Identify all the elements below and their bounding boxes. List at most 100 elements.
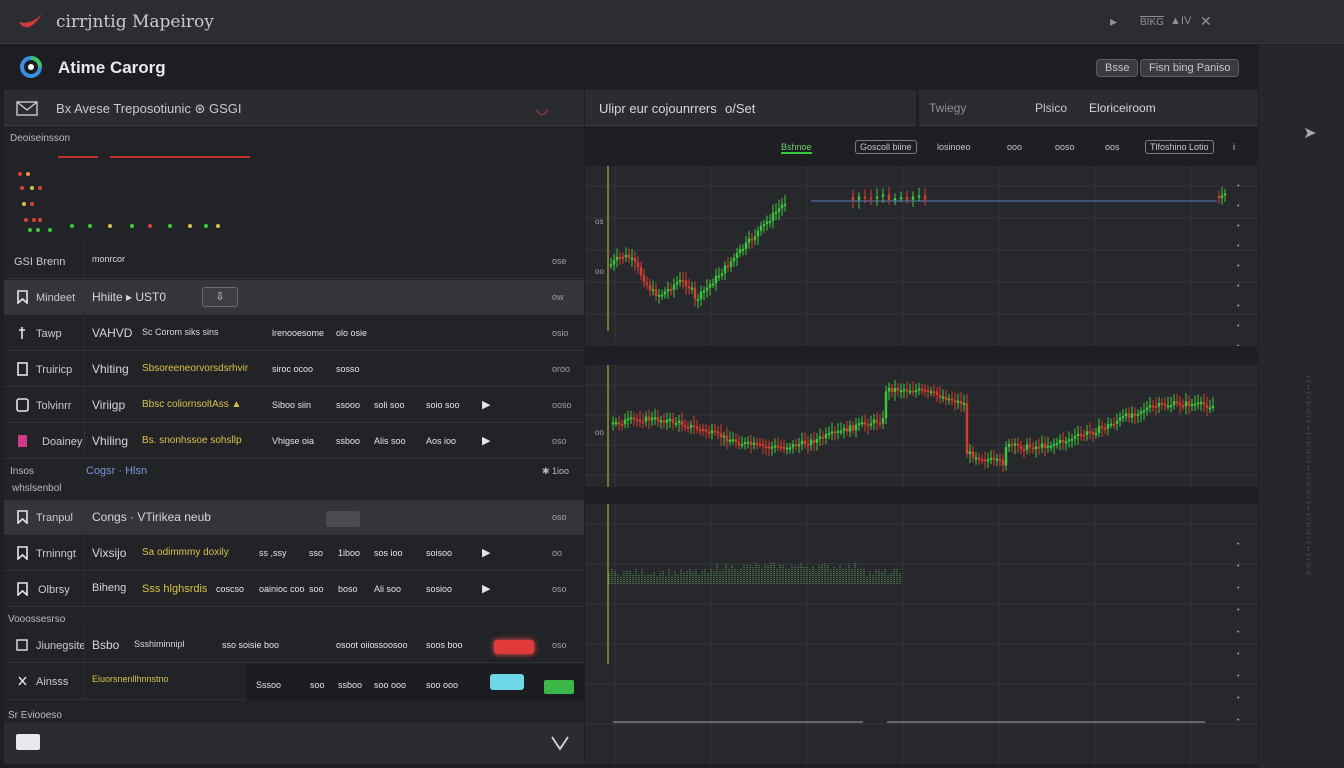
tab-ratio[interactable]: Tlfoshino Lotio [1145,140,1214,154]
filter-pill-button[interactable]: Fisn bing Paniso [1140,59,1240,77]
candle [851,197,855,200]
sell-button[interactable] [494,640,534,654]
toggle-button[interactable] [326,511,360,527]
table-row[interactable]: Jiunegsite Bsbo Ssshiminnipl sso soisie … [4,628,584,663]
candle [756,230,760,237]
candle [794,444,798,447]
candle [797,444,801,447]
candle [827,433,831,436]
candle [953,400,957,403]
candle [609,264,613,267]
candle [1163,403,1167,406]
candle [744,242,748,249]
table-row[interactable]: Trninngt Vixsijo Sa odimmmy doxily ss ,s… [4,536,584,571]
tab-goscoll[interactable]: Goscoll biine [855,140,917,154]
candle [711,283,715,286]
send-icon[interactable]: ➤ [1303,123,1316,143]
table-row[interactable]: Tawp VAHVD Sc Corom siks sins lrenooesom… [4,316,584,351]
table-row[interactable]: Truiricp Vhiting Sbsoreeneorvorsdsrhvir … [4,352,584,387]
candle [749,441,753,446]
candle [731,439,735,442]
play-icon[interactable]: ▶ [482,546,490,559]
candle [923,195,927,200]
candle [986,459,990,462]
candle [752,442,756,446]
table-row[interactable]: Mindeet Hhiite ▸ UST0 ⇩ ow [4,280,584,315]
tab-ooo[interactable]: ooo [1007,142,1022,152]
tab-ooso[interactable]: ooso [1055,142,1075,152]
category-link[interactable]: Cogsr · Hlsn [86,465,147,477]
candle [893,387,897,392]
table-row[interactable]: Olbrsy Biheng Sss hlghsrdis coscso oaini… [4,572,584,607]
candle [1058,439,1062,444]
left-panel-header: Bx Avese Treposotiunic ⊛ GSGI ◡ [4,90,584,126]
candle [1070,438,1074,441]
candle [641,421,645,424]
chart-header-right: Twiegy Plsico Eloriceiroom [919,90,1258,126]
table-row[interactable]: Doainey Vhiling Bs. snonhssoe sohsllp Vh… [4,424,584,459]
candle [648,284,652,291]
tab-oos[interactable]: oos [1105,142,1120,152]
play-icon[interactable]: ▸ [1110,13,1117,30]
candle [665,419,669,423]
mail-icon[interactable] [16,101,38,116]
play-icon[interactable]: ▶ [482,434,490,447]
tab-losinoeo[interactable]: losinoeo [937,142,971,152]
volume-chart[interactable]: • • • • • • • • • [585,504,1258,764]
candle [653,417,657,420]
candle [687,286,691,289]
chevron-down-icon[interactable] [550,734,570,752]
play-icon[interactable]: ▶ [482,398,490,411]
candle [1142,410,1146,413]
left-panel-title: Bx Avese Treposotiunic ⊛ GSGI [56,101,242,116]
footer-label: Sr Eviooeso [8,710,62,721]
y-tick-label: • [1237,717,1240,724]
candle [1160,402,1164,405]
candle [1103,427,1107,430]
base-pill-button[interactable]: Bsse [1096,59,1139,77]
candle [755,442,759,445]
candle [741,248,745,251]
table-row[interactable]: GSI Brenn monrcor ose [4,244,584,279]
candle [690,287,694,290]
candle [668,418,672,421]
confirm-button[interactable] [544,680,574,694]
candle [1088,431,1092,434]
play-icon[interactable]: ▶ [482,582,490,595]
close-button[interactable]: ✕ [1200,13,1212,30]
candle [662,420,666,423]
quantity-stepper[interactable]: ⇩ [202,287,238,307]
buy-button[interactable] [490,674,524,690]
table-row[interactable]: Ainsss Eiuorsnenllhnnstno Sssoo soo ssbo… [4,664,584,700]
candle [623,419,627,425]
candle [977,457,981,460]
y-tick-label: • [1237,203,1240,210]
candle [815,438,819,443]
table-row[interactable]: Tolvinrr Viriigp Bbsc coliornsoltAss ▲ S… [4,388,584,423]
refresh-icon[interactable]: ◡ [536,100,548,117]
maximize-button[interactable]: ▲IV [1170,15,1191,27]
tab-more[interactable]: i [1233,142,1235,152]
minimize-button[interactable]: BIKG [1140,16,1164,28]
window-title: cirrjntig Mapeiroy [56,12,214,32]
candle [1010,443,1014,446]
candle [714,275,718,284]
tab-base[interactable]: Bshnoe [781,142,812,154]
candle [962,403,966,406]
candle [1157,402,1161,407]
candle [917,388,921,391]
price-chart[interactable]: osoo••••••••• [585,166,1258,346]
right-rail: ➤ · ꞉ ·· ꞉ · ꞉· ·꞉ · ꞉ ·· ꞉ · ꞉· ·꞉ · ꞉ … [1259,45,1344,768]
candle [708,284,712,288]
candle [941,396,945,399]
candle [854,424,858,431]
candle [761,443,765,446]
candle [875,196,879,199]
candle [803,440,807,445]
y-tick-label: • [1237,283,1240,290]
keyboard-icon[interactable] [16,734,40,750]
secondary-chart[interactable]: oo [585,365,1258,487]
candle [753,236,757,240]
table-row[interactable]: Tranpul Congs · VTirikea neub oso [4,500,584,535]
candle [651,289,655,292]
